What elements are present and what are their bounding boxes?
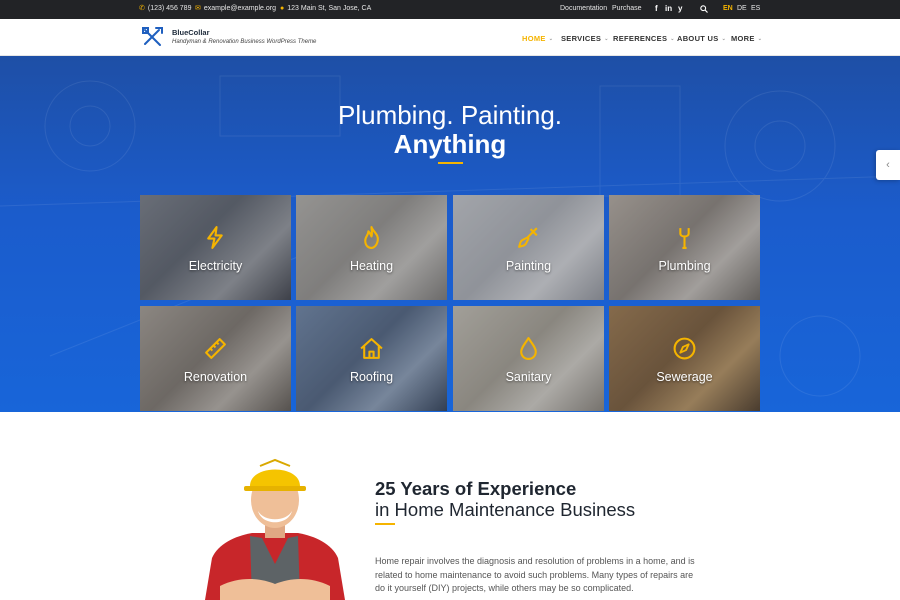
email-text: example@example.org — [203, 5, 276, 12]
nav-about-us-label: ABOUT US — [677, 34, 719, 43]
nav-references-label: REFERENCES — [613, 34, 668, 43]
map-pin-icon: ● — [280, 5, 285, 12]
email-contact[interactable]: ✉ example@example.org — [195, 5, 276, 12]
nav-services-label: SERVICES — [561, 34, 602, 43]
language-de[interactable]: DE — [737, 5, 747, 12]
service-tile-sanitary[interactable]: Sanitary — [453, 306, 604, 411]
service-label: Renovation — [183, 370, 248, 384]
droplet-icon — [520, 337, 537, 360]
nav-services[interactable]: SERVICES ⌄ — [561, 34, 609, 43]
brand-name[interactable]: BlueCollar — [172, 28, 210, 37]
brand-tagline: Handyman & Renovation Business WordPress… — [172, 39, 317, 45]
documentation-link[interactable]: Documentation — [560, 5, 607, 12]
chevron-left-icon: ‹ — [886, 159, 890, 171]
main-header: BlueCollar Handyman & Renovation Busines… — [0, 19, 900, 56]
search-icon[interactable] — [700, 5, 708, 13]
nav-home-label: HOME — [522, 34, 546, 43]
nav-more[interactable]: MORE ⌄ — [731, 34, 762, 43]
service-tile-renovation[interactable]: Renovation — [140, 306, 291, 411]
compass-icon — [673, 337, 696, 360]
nav-about-us[interactable]: ABOUT US ⌄ — [677, 34, 726, 43]
service-tile-sewerage[interactable]: Sewerage — [609, 306, 760, 411]
ruler-icon — [205, 338, 226, 359]
service-label: Heating — [349, 259, 394, 273]
service-tile-roofing[interactable]: Roofing — [296, 306, 447, 411]
language-es[interactable]: ES — [751, 5, 760, 12]
nav-home[interactable]: HOME ⌄ — [522, 34, 553, 43]
about-body: Home repair involves the diagnosis and r… — [375, 556, 695, 593]
hero-section: Plumbing. Painting. Anything Electricity… — [0, 56, 900, 412]
phone-contact[interactable]: ✆ (123) 456 789 — [139, 5, 191, 12]
flame-icon — [364, 226, 379, 249]
about-underline — [375, 523, 395, 525]
yelp-icon[interactable]: y — [678, 4, 682, 13]
top-bar: ✆ (123) 456 789 ✉ example@example.org ● … — [0, 0, 900, 19]
service-tile-painting[interactable]: Painting — [453, 195, 604, 300]
phone-icon: ✆ — [139, 5, 145, 12]
envelope-icon: ✉ — [195, 5, 201, 12]
facebook-icon[interactable]: f — [655, 4, 658, 13]
chevron-down-icon: ⌄ — [670, 35, 675, 42]
purchase-label: Purchase — [612, 5, 642, 12]
linkedin-icon[interactable]: in — [665, 4, 672, 13]
worker-photo — [205, 458, 345, 600]
house-icon — [360, 338, 383, 359]
about-subtitle: in Home Maintenance Business — [375, 499, 636, 520]
service-label: Painting — [505, 259, 552, 273]
service-tile-electricity[interactable]: Electricity — [140, 195, 291, 300]
service-label: Electricity — [188, 259, 243, 273]
about-section: 25 Years of Experience in Home Maintenan… — [0, 412, 900, 600]
service-label: Sewerage — [656, 370, 713, 384]
wrench-icon — [679, 228, 690, 249]
nav-references[interactable]: REFERENCES ⌄ — [613, 34, 675, 43]
chevron-down-icon: ⌄ — [757, 35, 763, 42]
logo-tools-icon[interactable] — [141, 26, 165, 48]
paintbrush-icon — [518, 227, 538, 248]
service-tile-plumbing[interactable]: Plumbing — [609, 195, 760, 300]
phone-text: (123) 456 789 — [147, 5, 192, 12]
chevron-down-icon: ⌄ — [548, 35, 554, 42]
service-tile-heating[interactable]: Heating — [296, 195, 447, 300]
about-title: 25 Years of Experience — [375, 478, 577, 499]
chevron-down-icon: ⌄ — [721, 35, 727, 42]
side-panel-toggle[interactable]: ‹ — [876, 150, 900, 180]
documentation-label: Documentation — [560, 5, 608, 12]
address-contact: ● 123 Main St, San Jose, CA — [280, 5, 371, 12]
language-en[interactable]: EN — [723, 5, 733, 12]
chevron-down-icon: ⌄ — [604, 35, 609, 42]
nav-more-label: MORE — [731, 34, 755, 43]
service-label: Sanitary — [505, 370, 552, 384]
service-label: Roofing — [349, 370, 394, 384]
lightning-icon — [207, 226, 223, 249]
hero-heading-line2: Anything — [393, 129, 507, 159]
purchase-link[interactable]: Purchase — [612, 5, 642, 12]
hero-underline — [438, 162, 463, 164]
hero-heading-line1: Plumbing. Painting. — [337, 100, 563, 130]
service-label: Plumbing — [658, 259, 711, 273]
address-text: 123 Main St, San Jose, CA — [287, 5, 372, 12]
